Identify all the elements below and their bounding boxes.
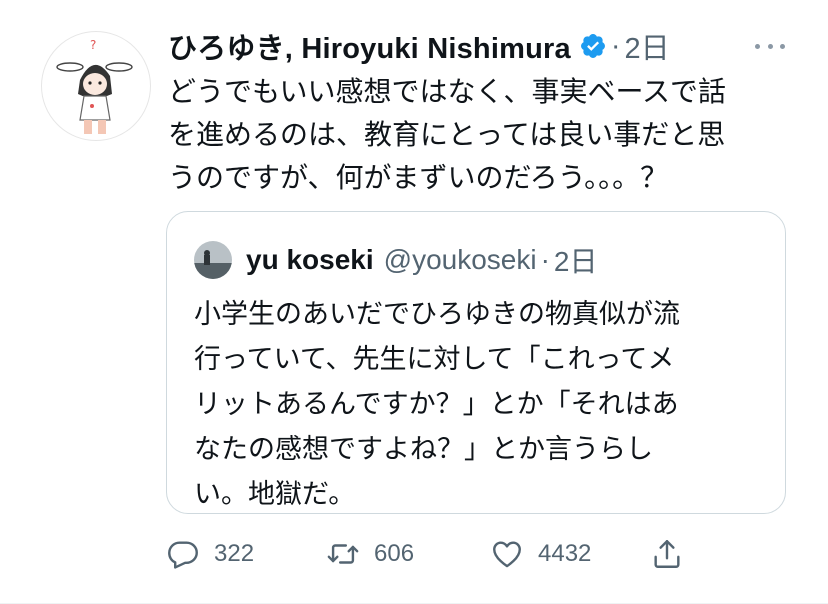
dot bbox=[767, 43, 773, 49]
quoted-author-avatar bbox=[194, 241, 232, 279]
reply-count: 322 bbox=[214, 540, 255, 567]
quoted-author-name: yu koseki bbox=[246, 244, 374, 275]
retweet-count: 606 bbox=[374, 540, 415, 567]
like-icon bbox=[493, 541, 521, 568]
share-button[interactable] bbox=[650, 532, 684, 576]
quoted-tweet-text: 小学生のあいだでひろゆきの物真似が流 行っていて、先生に対して「これってメ リッ… bbox=[194, 299, 680, 510]
avatar-illustration: ? bbox=[56, 38, 133, 134]
dot bbox=[755, 43, 760, 49]
reply-button[interactable]: 322 bbox=[166, 532, 254, 576]
action-bar: 322 606 4432 bbox=[166, 532, 786, 576]
tweet-text: どうでもいい感想ではなく、事実ベースで話 を進めるのは、教育にとっては良い事だと… bbox=[168, 75, 727, 194]
author-avatar[interactable]: ? bbox=[41, 31, 151, 141]
more-options-icon[interactable] bbox=[755, 38, 785, 54]
like-button[interactable]: 4432 bbox=[490, 532, 591, 576]
retweet-button[interactable]: 606 bbox=[326, 532, 414, 576]
dot bbox=[780, 43, 785, 49]
reply-icon bbox=[168, 541, 198, 569]
avatar-photo bbox=[194, 241, 232, 279]
quoted-time: 2日 bbox=[553, 246, 598, 277]
retweet-icon bbox=[327, 544, 359, 564]
quoted-author-handle: @youkoseki bbox=[383, 244, 537, 275]
verified-badge-icon bbox=[580, 34, 605, 58]
tweet-separator: · bbox=[610, 29, 621, 62]
quoted-tweet[interactable]: yu koseki @youkoseki · 2日 小学生のあいだでひろゆきの物… bbox=[166, 211, 786, 514]
quoted-tweet-header: yu koseki @youkoseki · 2日 bbox=[194, 240, 597, 280]
like-count: 4432 bbox=[538, 540, 592, 567]
quoted-separator: · bbox=[540, 244, 550, 275]
tweet-header: ひろゆき, Hiroyuki Nishimura · 2日 bbox=[168, 26, 670, 66]
svg-text:?: ? bbox=[90, 38, 96, 52]
share-icon bbox=[654, 540, 680, 568]
author-name[interactable]: ひろゆき, Hiroyuki Nishimura bbox=[168, 25, 571, 67]
tweet-time[interactable]: 2日 bbox=[625, 25, 670, 67]
